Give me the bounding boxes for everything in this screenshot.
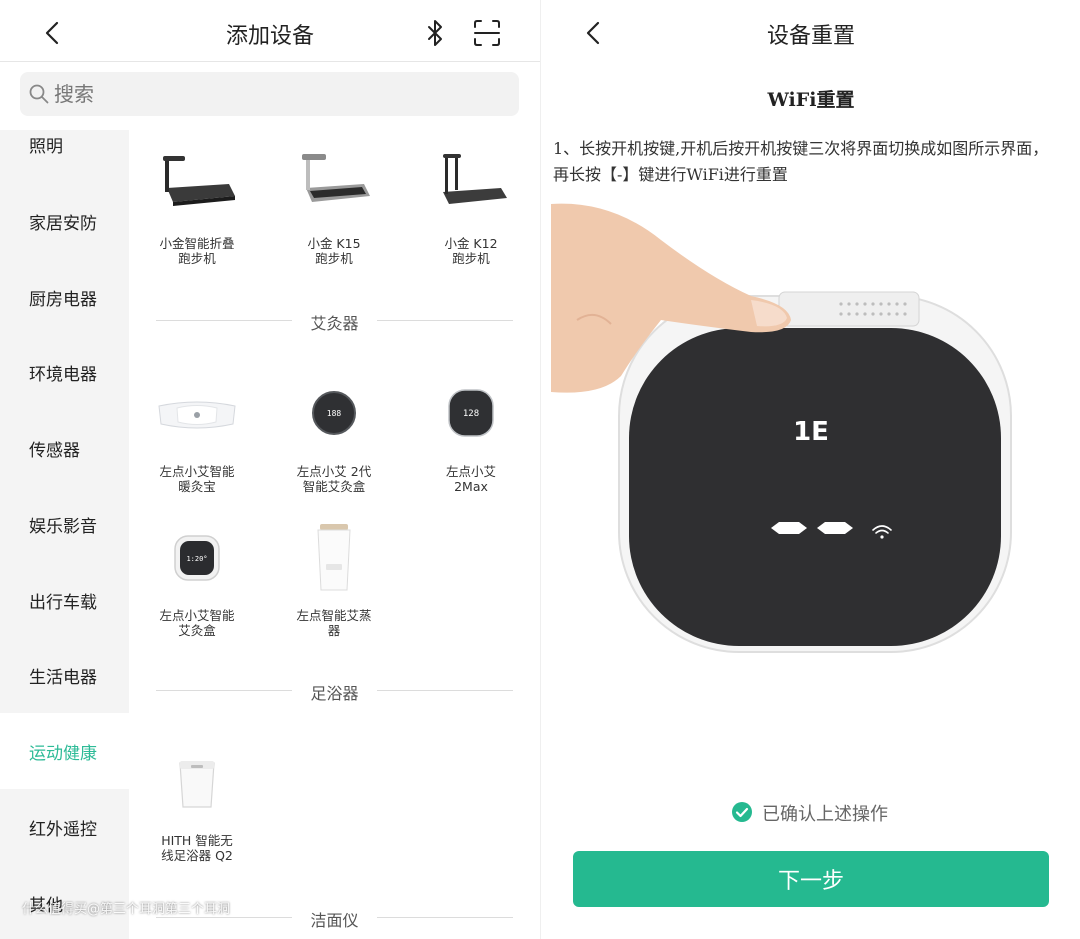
section-label: 足浴器: [310, 684, 359, 703]
sidebar-item-label: 传感器: [29, 441, 80, 461]
page-title: 添加设备: [225, 24, 314, 49]
sidebar-item-label: 照明: [29, 137, 63, 157]
page-title: 设备重置: [766, 24, 855, 49]
device-name: 小金智能折叠 跑步机: [159, 236, 235, 266]
device-item[interactable]: 小金 K12 跑步机: [411, 148, 531, 266]
bluetooth-icon[interactable]: [421, 18, 449, 48]
sidebar-item-home-security[interactable]: 家居安防: [0, 183, 129, 259]
device-name: HITH 智能无 线足浴器 Q2: [161, 833, 233, 863]
svg-text:188: 188: [327, 409, 342, 418]
sidebar-item-sensors[interactable]: 传感器: [0, 410, 129, 486]
section-subtitle: WiFi重置: [767, 89, 855, 111]
sidebar-item-label: 生活电器: [29, 668, 97, 688]
svg-text:1:20°: 1:20°: [186, 555, 207, 563]
sidebar-item-sports-health[interactable]: 运动健康: [0, 713, 129, 789]
device-item[interactable]: 128 左点小艾 2Max: [411, 376, 531, 494]
moxa-box-smart-image: 1:20°: [174, 535, 220, 581]
sidebar-item-label: 环境电器: [29, 365, 97, 385]
device-item[interactable]: 左点智能艾蒸器: [274, 520, 394, 638]
add-device-screen: 添加设备 照明 家居安防 厨房电器 环境电器 传感器 娱乐影音 出行车载: [0, 0, 540, 939]
section-divider-footbath: 足浴器: [156, 680, 513, 703]
svg-text:128: 128: [463, 409, 479, 419]
sidebar-item-vehicle[interactable]: 出行车载: [0, 562, 129, 638]
device-name: 小金 K12 跑步机: [444, 236, 498, 266]
device-name: 左点小艾 2代 智能艾灸盒: [296, 464, 372, 494]
device-name: 小金 K15 跑步机: [307, 236, 361, 266]
treadmill-image: [443, 154, 507, 204]
device-item[interactable]: HITH 智能无 线足浴器 Q2: [137, 745, 257, 863]
moxa-box-image: 188: [312, 391, 356, 435]
device-item[interactable]: 1:20° 左点小艾智能 艾灸盒: [137, 520, 257, 638]
section-divider-moxa: 艾灸器: [156, 310, 513, 333]
sidebar-item-label: 娱乐影音: [29, 517, 97, 537]
confirm-label: 已确认上述操作: [762, 804, 888, 825]
watermark-text: 什么值得买@第三个耳洞第三个耳洞: [22, 902, 231, 917]
instruction-text: 1、长按开机按键,开机后按开机按键三次将界面切换成如图所示界面，再长按【-】键进…: [553, 139, 1049, 184]
next-step-button[interactable]: 下一步: [573, 851, 1049, 907]
sidebar-item-environment[interactable]: 环境电器: [0, 334, 129, 410]
add-device-header: 添加设备: [0, 0, 540, 62]
sidebar-item-label: 出行车载: [29, 593, 97, 613]
sidebar-item-label: 运动健康: [29, 744, 97, 764]
section-label: 艾灸器: [310, 314, 359, 333]
device-item[interactable]: 小金 K15 跑步机: [274, 148, 394, 266]
moxa-2max-image: 128: [448, 389, 494, 437]
moxa-belt-image: [158, 401, 236, 429]
device-item[interactable]: 左点小艾智能 暖灸宝: [137, 376, 257, 494]
sidebar-item-kitchen[interactable]: 厨房电器: [0, 259, 129, 335]
treadmill-image: [302, 154, 370, 202]
app-stage: 添加设备 照明 家居安防 厨房电器 环境电器 传感器 娱乐影音 出行车载: [0, 0, 1080, 939]
device-name: 左点小艾智能 艾灸盒: [159, 608, 235, 638]
device-name: 左点小艾智能 暖灸宝: [159, 464, 235, 494]
sidebar-item-lighting[interactable]: 照明: [0, 106, 129, 182]
search-icon: [29, 84, 49, 104]
svg-text:1E: 1E: [793, 417, 829, 447]
device-reset-screen: 设备重置 WiFi重置 1、长按开机按键,开机后按开机按键三次将界面切换成如图所…: [540, 0, 1080, 939]
divider-line: [377, 320, 513, 321]
foot-bath-image: [179, 761, 215, 808]
sidebar-item-appliances[interactable]: 生活电器: [0, 637, 129, 713]
sidebar-item-entertainment[interactable]: 娱乐影音: [0, 486, 129, 562]
sidebar-item-label: 厨房电器: [29, 290, 97, 310]
device-list: 小金智能折叠 跑步机 小金 K15 跑步机 小金 K12 跑步机 艾灸器 左点小…: [129, 130, 540, 939]
device-reset-illustration: 1E: [551, 203, 1012, 653]
device-item[interactable]: 188 左点小艾 2代 智能艾灸盒: [274, 376, 394, 494]
moxa-steamer-image: [317, 524, 351, 591]
sidebar-item-label: 家居安防: [29, 214, 97, 234]
sidebar-item-label: 红外遥控: [29, 820, 97, 840]
treadmill-image: [163, 156, 235, 206]
divider-line: [377, 917, 513, 918]
device-item[interactable]: 小金智能折叠 跑步机: [137, 148, 257, 266]
device-name: 左点智能艾蒸器: [296, 608, 372, 638]
sidebar-item-ir-remote[interactable]: 红外遥控: [0, 789, 129, 865]
scan-icon[interactable]: [472, 18, 502, 48]
divider-line: [377, 690, 513, 691]
category-sidebar: 照明 家居安防 厨房电器 环境电器 传感器 娱乐影音 出行车载 生活电器 运动健…: [0, 130, 129, 939]
device-name: 左点小艾 2Max: [445, 464, 496, 494]
check-circle-icon: [732, 802, 752, 822]
